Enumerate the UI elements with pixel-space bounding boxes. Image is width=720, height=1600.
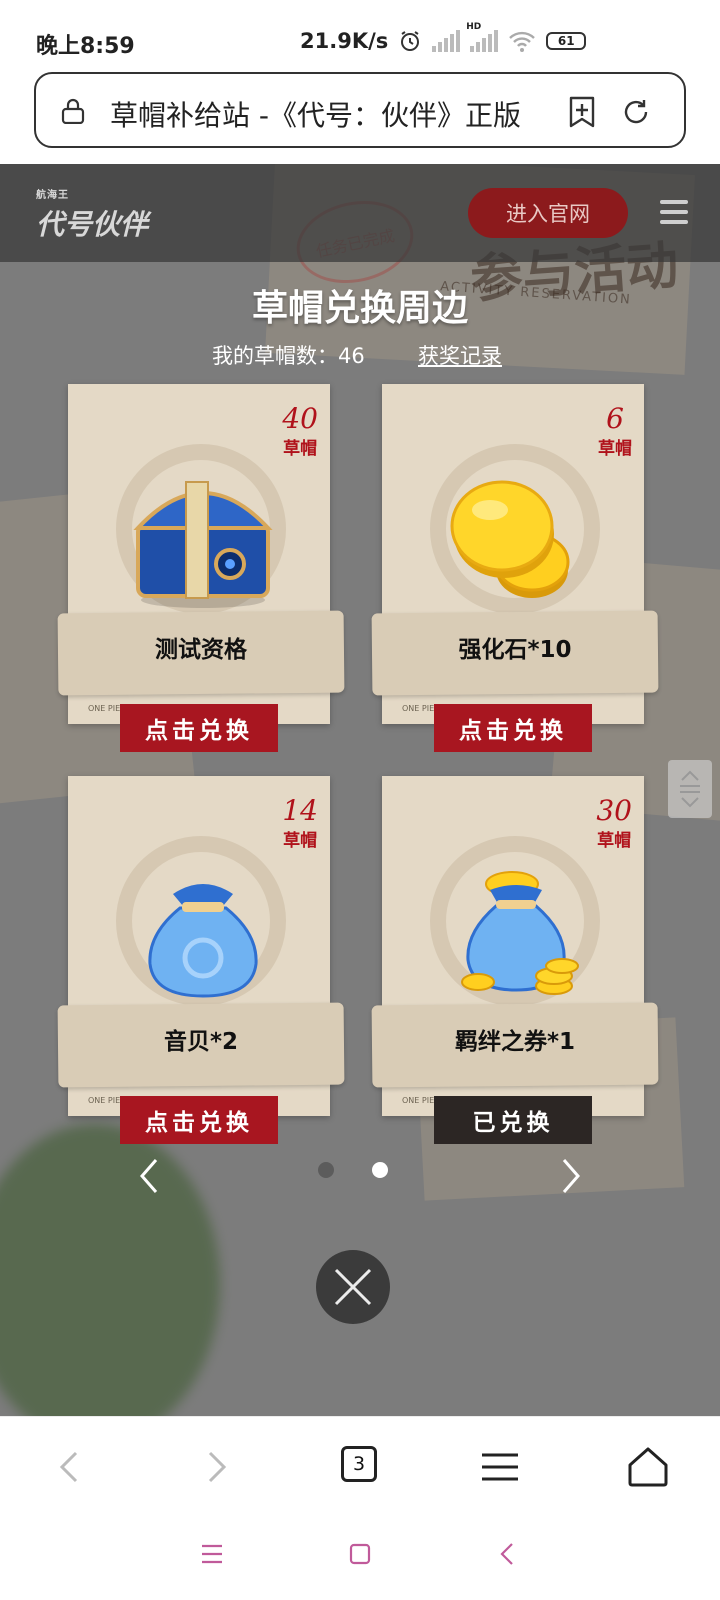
redeem-button[interactable]: 点击兑换 [120,1096,278,1144]
hat-count-label: 我的草帽数： [212,344,338,368]
site-header: 航海王 代号伙伴 进入官网 [0,164,720,262]
cost-unit: 草帽 [598,439,632,459]
cost-value: 14 [282,794,318,827]
system-nav-bar [0,1514,720,1600]
logo-text: 代号伙伴 [36,208,149,241]
forward-icon[interactable] [192,1443,240,1491]
status-time: 晚上8:59 [36,34,135,59]
status-icons: 21.9K/s HD 61 [300,22,587,56]
card-cost: 14 草帽 [282,794,318,852]
cost-value: 6 [606,402,624,435]
blue-bag-icon [148,884,258,998]
logo-small-text: 航海王 [36,190,69,201]
treasure-chest-icon [133,481,273,608]
web-content: 任务已完成 参与活动 ACTIVITY RESERVATION 航海王 代号伙伴… [0,164,720,1416]
cost-value: 40 [282,402,318,435]
redeem-button[interactable]: 点击兑换 [120,704,278,752]
reward-name: 测试资格 [155,637,247,663]
reward-name: 强化石*10 [458,637,572,663]
cost-unit: 草帽 [597,831,632,851]
back-nav-icon[interactable] [490,1536,526,1572]
menu-icon[interactable] [660,200,688,230]
next-page-arrow-icon[interactable] [556,1156,586,1196]
reward-card: 6 草帽 强化石*10 ONE PIECE 点击兑换 [371,384,672,764]
gold-coins-icon [450,480,570,598]
cost-unit: 草帽 [283,831,318,851]
scroll-arrows-icon [680,770,700,808]
prev-page-arrow-icon[interactable] [134,1156,164,1196]
menu-lines-icon[interactable] [476,1443,524,1491]
cost-value: 30 [596,794,632,827]
reward-name: 羁绊之券*1 [454,1029,576,1055]
status-bar: 晚上8:59 21.9K/s HD 61 [0,0,720,70]
battery-icon: 61 [546,32,587,50]
address-bar[interactable]: 草帽补给站 -《代号：伙伴》正版 [34,72,686,148]
refresh-icon[interactable] [616,92,656,132]
bg-plant [0,1124,220,1416]
page-title[interactable]: 草帽补给站 -《代号：伙伴》正版 [110,94,570,134]
lock-icon [61,98,85,124]
hat-count: 我的草帽数：46 [212,340,365,370]
wifi-icon [509,31,536,52]
award-record-link[interactable]: 获奖记录 [418,340,502,370]
back-icon[interactable] [46,1443,94,1491]
page-dot-2-active[interactable] [372,1162,388,1178]
reward-card: 40 草帽 测试资格 ONE PIECE 点击兑换 [57,384,358,764]
hat-count-value: 46 [338,344,365,368]
signal-hd-icon: HD [466,22,499,52]
card-cost: 40 草帽 [282,402,318,460]
scroll-handle[interactable] [668,760,712,818]
cost-unit: 草帽 [283,439,318,459]
modal-title: 草帽兑换周边 [251,287,468,329]
add-bookmark-icon[interactable] [562,92,602,132]
close-modal-button[interactable] [316,1250,390,1324]
close-icon [334,1268,372,1306]
tabs-button[interactable]: 3 [341,1446,377,1482]
card-cost: 6 草帽 [598,402,632,460]
site-logo[interactable]: 航海王 代号伙伴 [36,186,148,243]
reward-card: 14 草帽 音贝*2 ONE PIECE 点击兑换 [57,776,358,1156]
coin-bag-icon [461,871,579,995]
page-dot-1[interactable] [318,1162,334,1178]
home-nav-icon[interactable] [342,1536,378,1572]
alarm-icon [401,31,420,51]
home-icon[interactable] [624,1443,672,1491]
reward-card: 30 草帽 羁绊之券*1 ONE PIECE 已兑换 [371,776,672,1156]
enter-official-site-button[interactable]: 进入官网 [468,188,628,238]
reward-name: 音贝*2 [163,1029,239,1055]
recent-apps-icon[interactable] [194,1536,230,1572]
hd-badge: HD [466,22,482,32]
signal-icon [432,30,461,52]
redeemed-button: 已兑换 [434,1096,592,1144]
net-speed: 21.9K/s [300,29,389,53]
redeem-button[interactable]: 点击兑换 [434,704,592,752]
card-cost: 30 草帽 [596,794,632,852]
